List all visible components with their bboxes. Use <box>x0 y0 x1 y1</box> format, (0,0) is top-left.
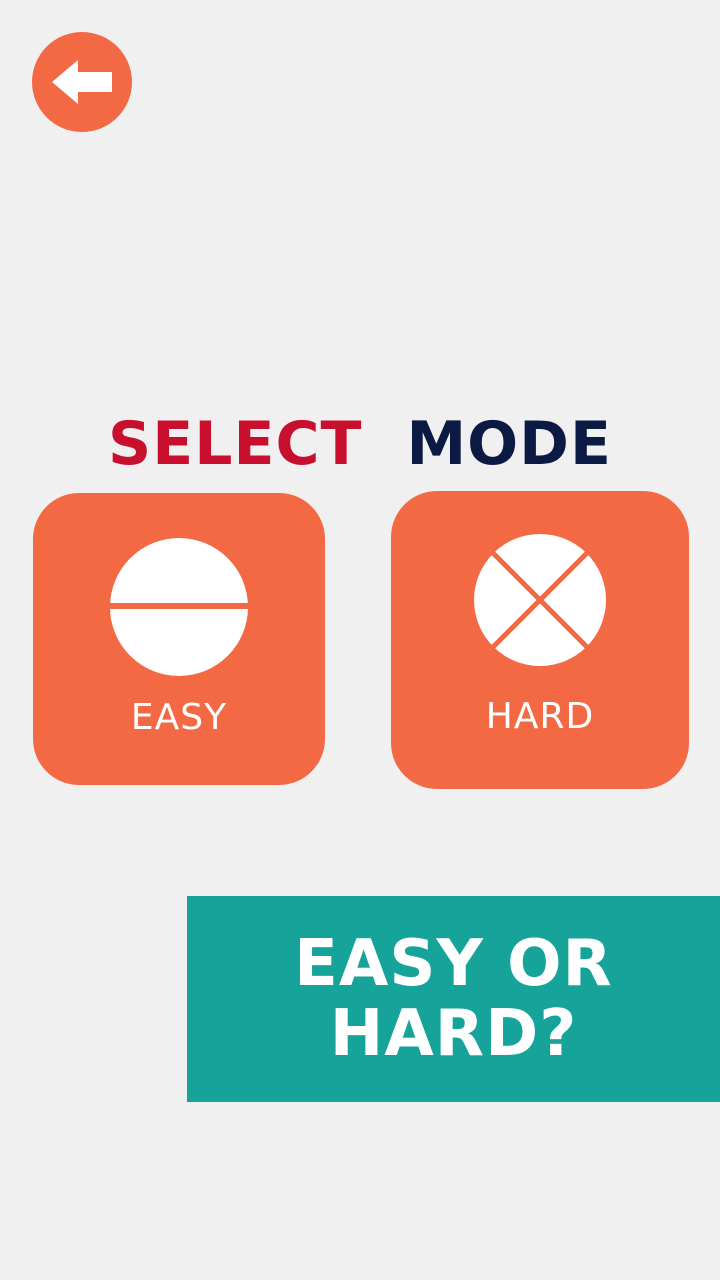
easy-mode-button[interactable]: EASY <box>33 493 325 785</box>
title-mode-word: MODE <box>406 409 612 479</box>
hard-mode-button[interactable]: HARD <box>391 491 689 789</box>
easy-mode-label: EASY <box>130 697 228 738</box>
title-select-word: SELECT <box>108 409 363 479</box>
back-button[interactable] <box>32 32 132 132</box>
mode-select-screen: SELECT MODE EASY HARD EASY OR HARD? <box>0 0 720 1280</box>
page-title: SELECT MODE <box>0 404 720 484</box>
half-circle-icon <box>109 538 249 676</box>
hard-mode-label: HARD <box>485 696 595 737</box>
arrow-left-icon <box>52 60 112 104</box>
banner-text: EASY OR HARD? <box>294 927 613 1071</box>
easy-or-hard-banner: EASY OR HARD? <box>187 896 720 1102</box>
crossed-circle-icon <box>474 534 606 666</box>
